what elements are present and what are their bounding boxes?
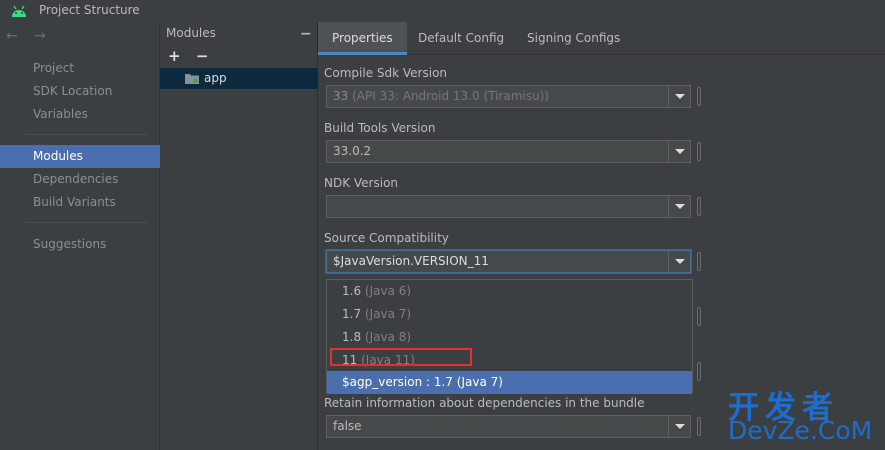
nav-item-build-variants[interactable]: Build Variants — [0, 191, 160, 214]
nav-item-project[interactable]: Project — [0, 57, 160, 80]
remove-module-button[interactable]: − — [196, 47, 209, 65]
module-label: app — [204, 71, 227, 85]
nav-item-modules[interactable]: Modules — [0, 145, 160, 168]
modules-toolbar: + − — [168, 47, 218, 65]
nav-item-sdk-location[interactable]: SDK Location — [0, 80, 160, 103]
tab-signing-configs[interactable]: Signing Configs — [513, 22, 634, 55]
retain-deps-label: Retain information about dependencies in… — [324, 396, 645, 410]
chevron-down-icon[interactable] — [668, 141, 690, 162]
module-folder-icon — [185, 74, 199, 84]
source-compat-dropdown: 1.6 (Java 6) 1.7 (Java 7) 1.8 (Java 8) 1… — [326, 279, 693, 394]
tab-default-config[interactable]: Default Config — [404, 22, 518, 55]
build-tools-value: 33.0.2 — [333, 144, 372, 158]
tab-bar: Properties Default Config Signing Config… — [318, 22, 885, 55]
ndk-side-button[interactable] — [697, 197, 701, 216]
android-icon — [12, 5, 26, 17]
dropdown-option-selected[interactable]: $agp_version : 1.7 (Java 7) — [327, 371, 692, 394]
title-bar: Project Structure — [0, 0, 885, 22]
build-tools-label: Build Tools Version — [324, 121, 436, 135]
chevron-down-icon[interactable] — [668, 251, 690, 272]
left-navigation: ← → Project SDK Location Variables Modul… — [0, 22, 160, 450]
highlight-annotation-box — [330, 348, 472, 366]
nav-item-dependencies[interactable]: Dependencies — [0, 168, 160, 191]
chevron-down-icon[interactable] — [668, 416, 690, 437]
source-compat-label: Source Compatibility — [324, 231, 449, 245]
nav-item-suggestions[interactable]: Suggestions — [0, 233, 160, 256]
dropdown-option[interactable]: 1.6 (Java 6) — [327, 280, 692, 303]
retain-deps-value: false — [333, 419, 362, 433]
watermark-en: DevZe.CoM — [728, 416, 873, 445]
module-item-app[interactable]: app — [160, 68, 318, 89]
window-title: Project Structure — [39, 3, 140, 17]
compile-sdk-label: Compile Sdk Version — [324, 66, 448, 80]
hidden-field-side-button[interactable] — [697, 362, 701, 381]
watermark-logo: 开发者 DevZe.CoM — [728, 382, 878, 446]
compile-sdk-combo[interactable]: 33 (API 33: Android 13.0 (Tiramisu)) — [326, 85, 691, 108]
collapse-panel-button[interactable]: − — [300, 26, 312, 42]
ndk-combo[interactable] — [326, 195, 691, 218]
source-compat-combo[interactable]: $JavaVersion.VERSION_11 — [326, 250, 691, 273]
compile-sdk-hint: (API 33: Android 13.0 (Tiramisu)) — [352, 89, 549, 103]
compile-sdk-value: 33 — [333, 89, 349, 103]
add-module-button[interactable]: + — [168, 47, 181, 65]
chevron-down-icon[interactable] — [668, 196, 690, 217]
modules-header: Modules — [166, 26, 216, 40]
back-forward-arrows[interactable]: ← → — [6, 28, 52, 44]
retain-deps-combo[interactable]: false — [326, 415, 691, 438]
source-compat-value: $JavaVersion.VERSION_11 — [333, 254, 489, 268]
chevron-down-icon[interactable] — [668, 86, 690, 107]
modules-panel: Modules − + − app — [160, 22, 318, 450]
dropdown-option[interactable]: 1.7 (Java 7) — [327, 303, 692, 326]
nav-item-variables[interactable]: Variables — [0, 103, 160, 126]
build-tools-combo[interactable]: 33.0.2 — [326, 140, 691, 163]
nav-divider — [26, 222, 148, 223]
build-tools-side-button[interactable] — [697, 142, 701, 161]
ndk-label: NDK Version — [324, 176, 399, 190]
hidden-field-side-button[interactable] — [697, 307, 701, 326]
nav-divider — [26, 134, 148, 135]
tab-properties[interactable]: Properties — [318, 22, 407, 55]
source-compat-side-button[interactable] — [697, 252, 701, 271]
dropdown-option[interactable]: 1.8 (Java 8) — [327, 326, 692, 349]
compile-sdk-side-button[interactable] — [697, 87, 701, 106]
retain-deps-side-button[interactable] — [697, 417, 701, 436]
